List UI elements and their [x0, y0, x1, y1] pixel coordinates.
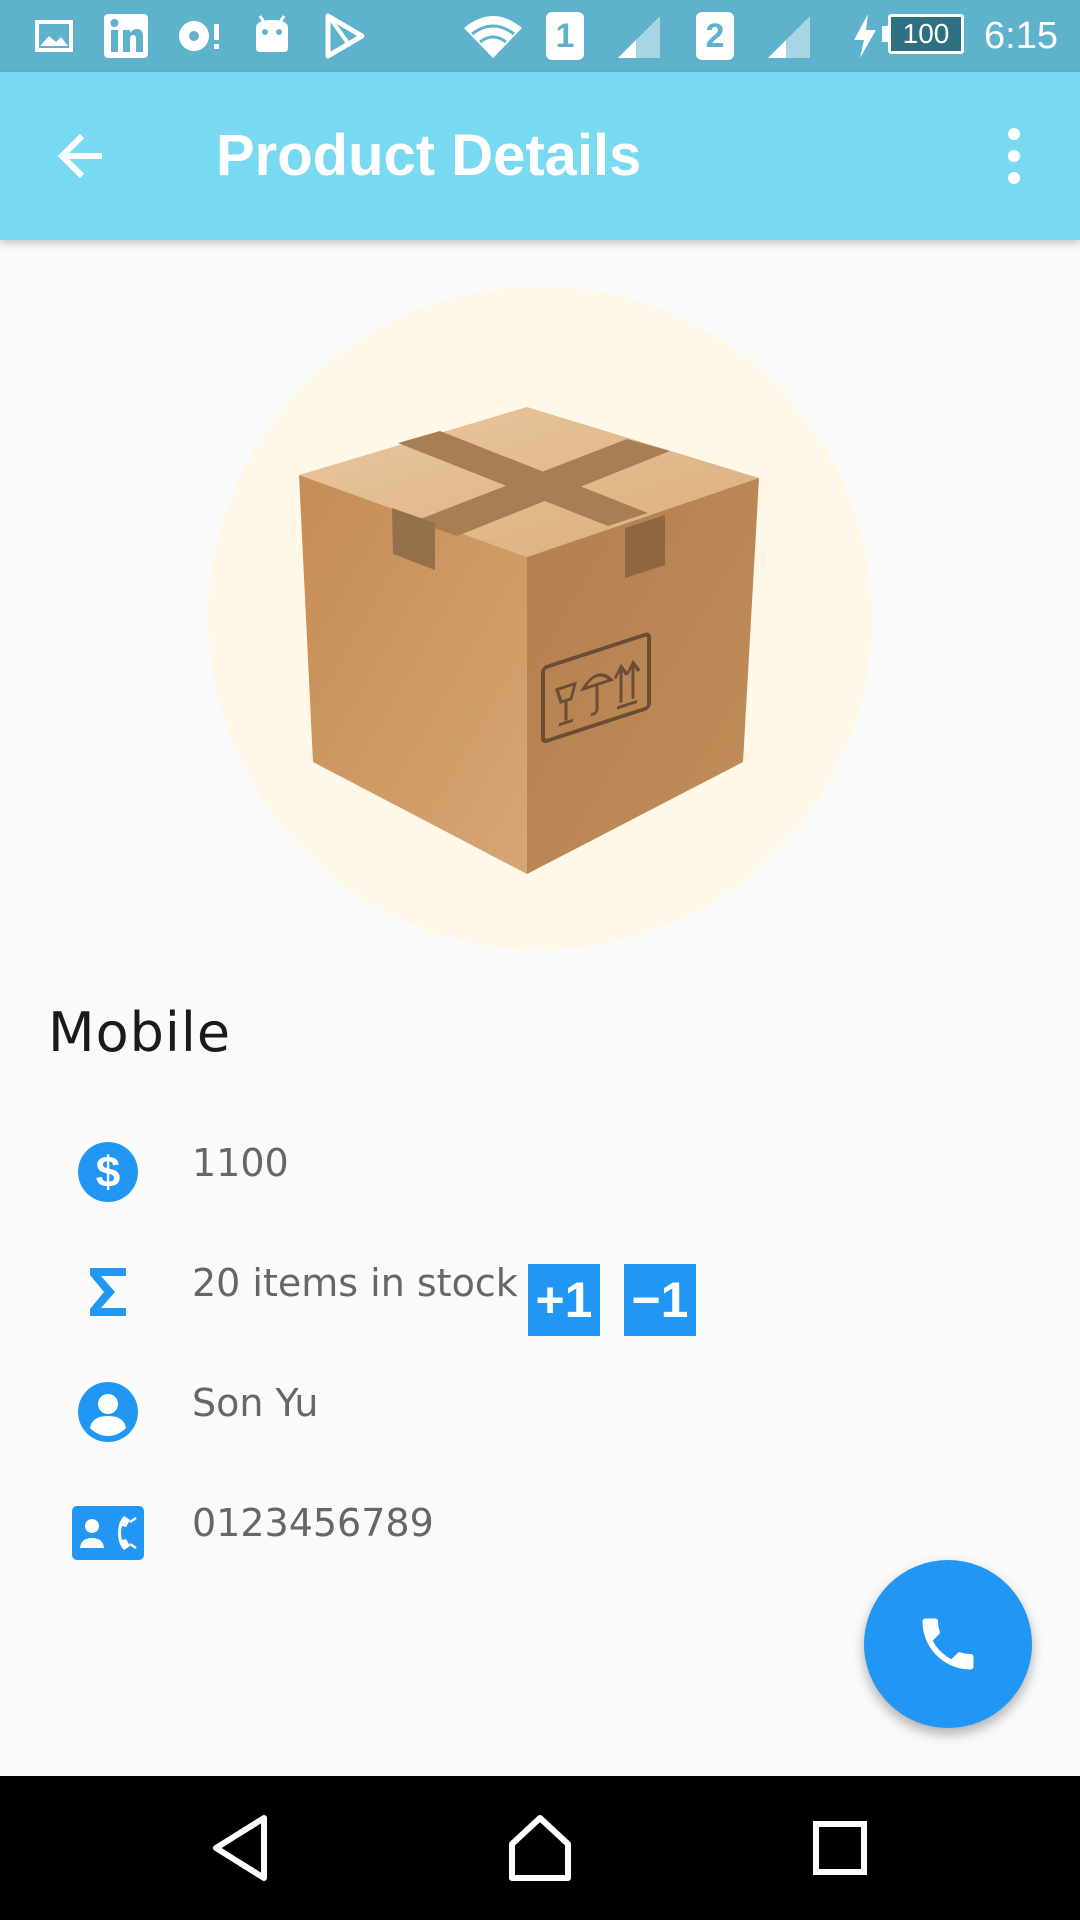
phone-row: 0123456789 [0, 1488, 1080, 1568]
price-row: $ 1100 [0, 1128, 1080, 1208]
product-price: 1100 [192, 1141, 289, 1185]
wifi-icon [464, 16, 522, 58]
android-icon [256, 15, 288, 52]
page-title: Product Details [216, 123, 642, 188]
svg-text:$: $ [96, 1148, 120, 1197]
status-bar: 1 2 100 6:15 [0, 0, 1080, 72]
more-vert-icon[interactable] [978, 120, 1050, 192]
battery-level: 100 [902, 18, 950, 49]
signal-icon [618, 16, 660, 58]
status-time: 6:15 [984, 15, 1058, 57]
decrement-stock-button[interactable]: −1 [624, 1264, 696, 1336]
call-button[interactable] [864, 1560, 1032, 1728]
recents-icon[interactable] [800, 1808, 880, 1888]
sim2-icon: 2 [696, 12, 734, 60]
seller-phone: 0123456789 [192, 1501, 434, 1545]
app-bar: Product Details [0, 72, 1080, 240]
navigation-bar [0, 1776, 1080, 1920]
media-notification-icon [179, 21, 219, 51]
seller-row: Son Yu [0, 1368, 1080, 1448]
sim1-icon: 1 [546, 12, 584, 60]
product-name: Mobile [48, 1001, 232, 1064]
linkedin-icon [104, 14, 148, 58]
back-triangle-icon[interactable] [202, 1808, 282, 1888]
charging-icon [854, 14, 876, 58]
play-store-icon [325, 13, 365, 59]
contact-phone-icon [72, 1506, 144, 1560]
seller-name: Son Yu [192, 1381, 319, 1425]
arrow-left-icon[interactable] [48, 118, 124, 194]
phone-icon [922, 1618, 974, 1670]
stock-row: 20 items in stock +1 −1 [0, 1248, 1080, 1336]
home-icon[interactable] [500, 1808, 580, 1888]
cardboard-box-icon [299, 407, 759, 874]
sigma-icon [90, 1268, 126, 1316]
battery-icon: 100 [882, 14, 964, 54]
signal-icon [768, 16, 810, 58]
person-icon [78, 1382, 138, 1442]
image-icon [35, 20, 73, 52]
dollar-icon: $ [78, 1142, 138, 1202]
stock-count: 20 items in stock [192, 1261, 518, 1305]
increment-stock-button[interactable]: +1 [528, 1264, 600, 1336]
